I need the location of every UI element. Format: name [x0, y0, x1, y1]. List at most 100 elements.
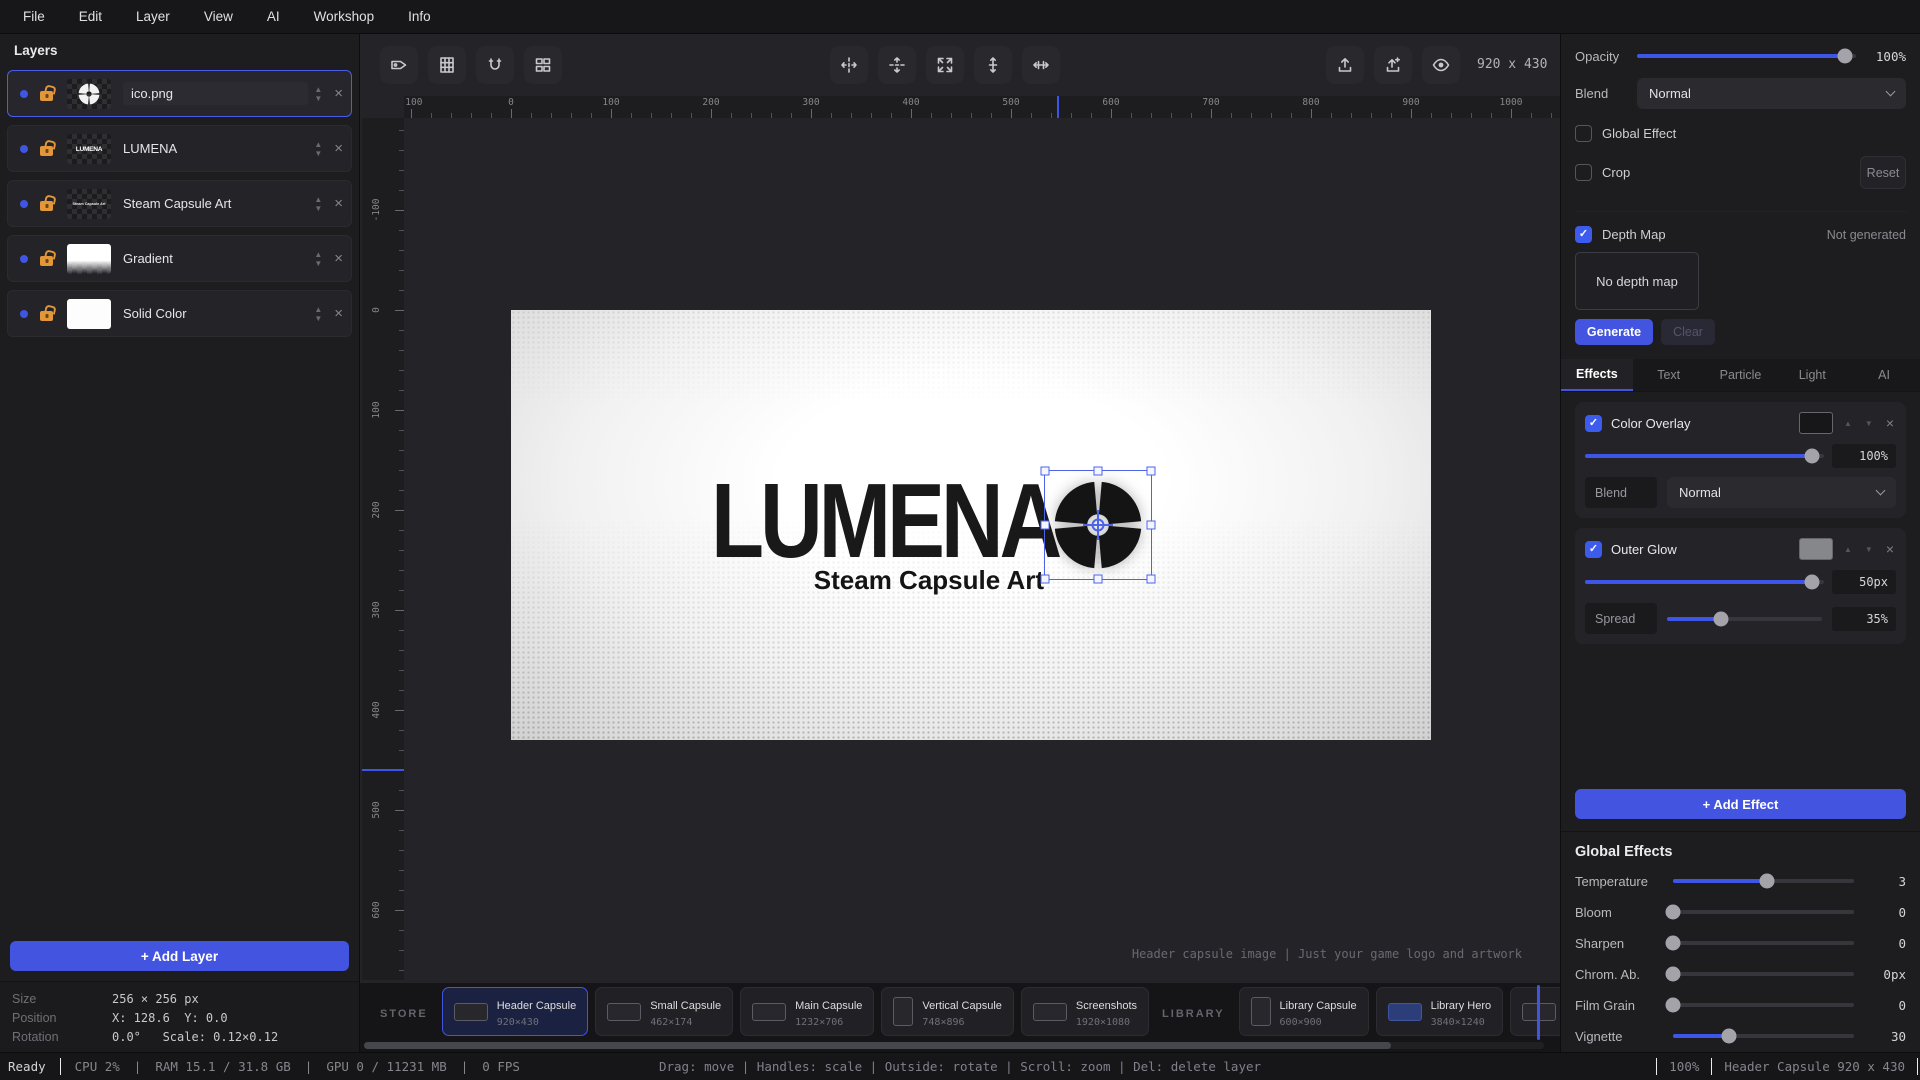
layer-visibility-dot[interactable] — [20, 255, 28, 263]
generate-depth-button[interactable]: Generate — [1575, 319, 1653, 345]
format-scrollbar-thumb[interactable] — [364, 1042, 1391, 1049]
remove-effect-icon[interactable]: × — [1884, 541, 1896, 557]
export-button[interactable] — [1326, 46, 1364, 84]
tab-particle[interactable]: Particle — [1705, 359, 1777, 391]
format-card-main-capsule[interactable]: Main Capsule 1232×706 — [740, 987, 874, 1036]
crop-checkbox[interactable] — [1575, 164, 1592, 181]
format-card-header-capsule[interactable]: Header Capsule 920×430 — [442, 987, 589, 1036]
unlock-icon[interactable] — [40, 91, 53, 101]
publish-button[interactable] — [1374, 46, 1412, 84]
delete-layer-icon[interactable]: × — [334, 250, 343, 267]
fit-to-canvas-button[interactable] — [926, 46, 964, 84]
blend-select[interactable]: Normal — [1637, 78, 1906, 109]
menu-ai[interactable]: AI — [250, 0, 297, 34]
menu-file[interactable]: File — [6, 0, 62, 34]
menu-info[interactable]: Info — [391, 0, 448, 34]
move-effect-down-icon[interactable]: ▼ — [1863, 419, 1875, 428]
layer-name[interactable]: LUMENA — [123, 141, 314, 156]
canvas-title-text[interactable]: LUMENA — [711, 468, 1058, 574]
move-layer-down-icon[interactable]: ▼ — [314, 314, 322, 323]
remove-effect-icon[interactable]: × — [1884, 415, 1896, 431]
layer-thumbnail[interactable]: Steam Capsule Art — [67, 189, 111, 219]
move-layer-down-icon[interactable]: ▼ — [314, 204, 322, 213]
unlock-icon[interactable] — [40, 311, 53, 321]
menu-view[interactable]: View — [187, 0, 250, 34]
depth-map-checkbox[interactable] — [1575, 226, 1592, 243]
move-layer-up-icon[interactable]: ▲ — [314, 250, 322, 259]
menu-layer[interactable]: Layer — [119, 0, 187, 34]
layer-thumbnail[interactable]: LUMENA — [67, 134, 111, 164]
outer-glow-size-slider[interactable] — [1585, 580, 1824, 584]
move-layer-up-icon[interactable]: ▲ — [314, 140, 322, 149]
move-effect-up-icon[interactable]: ▲ — [1842, 545, 1854, 554]
layer-visibility-dot[interactable] — [20, 90, 28, 98]
tag-tool-button[interactable] — [380, 46, 418, 84]
resize-handle-s[interactable] — [1094, 575, 1103, 584]
layer-row-lumena[interactable]: LUMENA LUMENA ▲ ▼ × — [7, 125, 352, 172]
tab-text[interactable]: Text — [1633, 359, 1705, 391]
snap-toggle-button[interactable] — [476, 46, 514, 84]
grid-toggle-button[interactable] — [428, 46, 466, 84]
layer-visibility-dot[interactable] — [20, 200, 28, 208]
resize-handle-ne[interactable] — [1147, 467, 1156, 476]
unlock-icon[interactable] — [40, 146, 53, 156]
layer-row-solid-color[interactable]: Solid Color ▲ ▼ × — [7, 290, 352, 337]
format-card-vertical-capsule[interactable]: Vertical Capsule 748×896 — [881, 987, 1014, 1036]
temperature-slider[interactable] — [1673, 879, 1854, 883]
layer-thumbnail[interactable] — [67, 79, 111, 109]
format-scrollbar[interactable] — [364, 1042, 1544, 1049]
menu-edit[interactable]: Edit — [62, 0, 119, 34]
tab-effects[interactable]: Effects — [1561, 359, 1633, 391]
stretch-vertical-button[interactable] — [974, 46, 1012, 84]
color-overlay-amount-slider[interactable] — [1585, 454, 1824, 458]
vignette-slider[interactable] — [1673, 1034, 1854, 1038]
align-horizontal-center-button[interactable] — [830, 46, 868, 84]
delete-layer-icon[interactable]: × — [334, 305, 343, 322]
delete-layer-icon[interactable]: × — [334, 85, 343, 102]
chromatic-aberration-slider[interactable] — [1673, 972, 1854, 976]
resize-handle-sw[interactable] — [1041, 575, 1050, 584]
layer-row-steam-capsule-art[interactable]: Steam Capsule Art Steam Capsule Art ▲ ▼ … — [7, 180, 352, 227]
move-layer-up-icon[interactable]: ▲ — [314, 305, 322, 314]
layer-row-gradient[interactable]: Gradient ▲ ▼ × — [7, 235, 352, 282]
color-swatch[interactable] — [1799, 412, 1833, 434]
move-layer-down-icon[interactable]: ▼ — [314, 259, 322, 268]
outer-glow-checkbox[interactable] — [1585, 541, 1602, 558]
film-grain-slider[interactable] — [1673, 1003, 1854, 1007]
clear-depth-button[interactable]: Clear — [1661, 319, 1715, 345]
selection-box[interactable] — [1044, 470, 1152, 580]
reset-button[interactable]: Reset — [1860, 156, 1906, 189]
layer-name[interactable]: Steam Capsule Art — [123, 196, 314, 211]
move-layer-down-icon[interactable]: ▼ — [314, 94, 322, 103]
global-effect-checkbox[interactable] — [1575, 125, 1592, 142]
delete-layer-icon[interactable]: × — [334, 195, 343, 212]
tab-light[interactable]: Light — [1776, 359, 1848, 391]
resize-handle-se[interactable] — [1147, 575, 1156, 584]
color-overlay-checkbox[interactable] — [1585, 415, 1602, 432]
unlock-icon[interactable] — [40, 201, 53, 211]
opacity-slider[interactable] — [1637, 54, 1856, 58]
preview-button[interactable] — [1422, 46, 1460, 84]
menu-workshop[interactable]: Workshop — [297, 0, 392, 34]
spread-slider[interactable] — [1667, 617, 1822, 621]
format-card-screenshots[interactable]: Screenshots 1920×1080 — [1021, 987, 1149, 1036]
canvas[interactable]: LUMENA Steam Capsule Art — [511, 310, 1431, 740]
move-layer-up-icon[interactable]: ▲ — [314, 195, 322, 204]
layer-name[interactable]: Gradient — [123, 251, 314, 266]
move-effect-down-icon[interactable]: ▼ — [1863, 545, 1875, 554]
effect-blend-select[interactable]: Normal — [1667, 477, 1896, 508]
sharpen-slider[interactable] — [1673, 941, 1854, 945]
move-layer-down-icon[interactable]: ▼ — [314, 149, 322, 158]
align-vertical-center-button[interactable] — [878, 46, 916, 84]
selection-center-crosshair[interactable] — [1083, 510, 1113, 540]
layer-name[interactable]: Solid Color — [123, 306, 314, 321]
format-card-small-capsule[interactable]: Small Capsule 462×174 — [595, 987, 733, 1036]
layer-row-ico[interactable]: ico.png ▲ ▼ × — [7, 70, 352, 117]
delete-layer-icon[interactable]: × — [334, 140, 343, 157]
layer-thumbnail[interactable] — [67, 244, 111, 274]
resize-handle-nw[interactable] — [1041, 467, 1050, 476]
add-effect-button[interactable]: + Add Effect — [1575, 789, 1906, 819]
unlock-icon[interactable] — [40, 256, 53, 266]
layout-panels-button[interactable] — [524, 46, 562, 84]
resize-handle-e[interactable] — [1147, 521, 1156, 530]
